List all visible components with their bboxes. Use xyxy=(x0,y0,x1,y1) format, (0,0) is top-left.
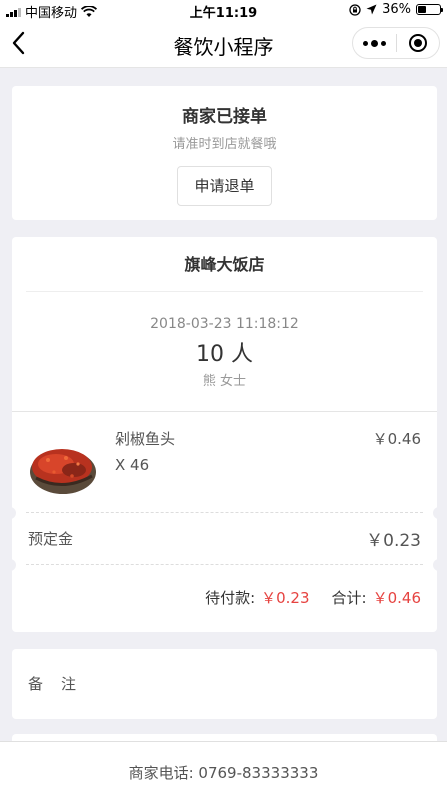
merchant-phone[interactable]: 商家电话: 0769-83333333 xyxy=(129,764,319,782)
order-status-subtitle: 请准时到店就餐哦 xyxy=(172,137,277,152)
battery-fill xyxy=(418,6,426,13)
totals-row: 待付款: ￥0.23 合计: ￥0.46 xyxy=(12,565,437,625)
more-button[interactable] xyxy=(353,39,396,47)
deposit-value: ￥0.23 xyxy=(366,531,421,551)
deposit-label: 预定金 xyxy=(28,530,74,548)
order-status-title: 商家已接单 xyxy=(182,107,267,127)
order-status-card: 商家已接单 请准时到店就餐哦 申请退单 xyxy=(12,86,437,220)
to-pay-label: 待付款: xyxy=(205,589,256,607)
order-info: 2018-03-23 11:18:12 10 人 熊 女士 xyxy=(12,292,437,412)
miniprogram-capsule xyxy=(352,27,440,59)
remarks-label: 备注 xyxy=(28,675,95,693)
total-label: 合计: xyxy=(331,589,367,607)
order-time: 2018-03-23 11:18:12 xyxy=(150,316,299,332)
dish-image xyxy=(26,434,100,502)
status-right: 36% xyxy=(349,2,443,17)
store-name: 旗峰大饭店 xyxy=(26,237,423,292)
total-value: ￥0.46 xyxy=(372,589,421,607)
target-icon xyxy=(409,34,427,52)
deposit-row: 预定金 ￥0.23 xyxy=(12,513,437,564)
battery-percent: 36% xyxy=(382,2,411,17)
status-bar: 中国移动 上午11:19 36% xyxy=(0,0,447,21)
close-miniprogram-button[interactable] xyxy=(397,34,439,52)
list-item: 剁椒鱼头 X 46 ￥0.46 xyxy=(12,412,437,512)
merchant-phone-bar[interactable]: 商家电话: 0769-83333333 xyxy=(0,741,447,795)
dish-price: ￥0.46 xyxy=(372,430,421,448)
dish-name: 剁椒鱼头 xyxy=(115,430,176,448)
to-pay-value: ￥0.23 xyxy=(261,589,310,607)
order-detail-card: 旗峰大饭店 2018-03-23 11:18:12 10 人 熊 女士 剁椒鱼头… xyxy=(6,237,443,632)
location-arrow-icon xyxy=(366,4,377,15)
battery-icon xyxy=(416,4,443,15)
rotation-lock-icon xyxy=(349,3,361,16)
remarks-card: 备注 xyxy=(12,649,437,719)
nav-bar: 餐饮小程序 xyxy=(0,20,447,68)
dish-quantity: X 46 xyxy=(115,456,150,474)
party-size: 10 人 xyxy=(196,342,253,367)
customer-name: 熊 女士 xyxy=(202,374,247,389)
request-refund-button[interactable]: 申请退单 xyxy=(177,166,272,206)
